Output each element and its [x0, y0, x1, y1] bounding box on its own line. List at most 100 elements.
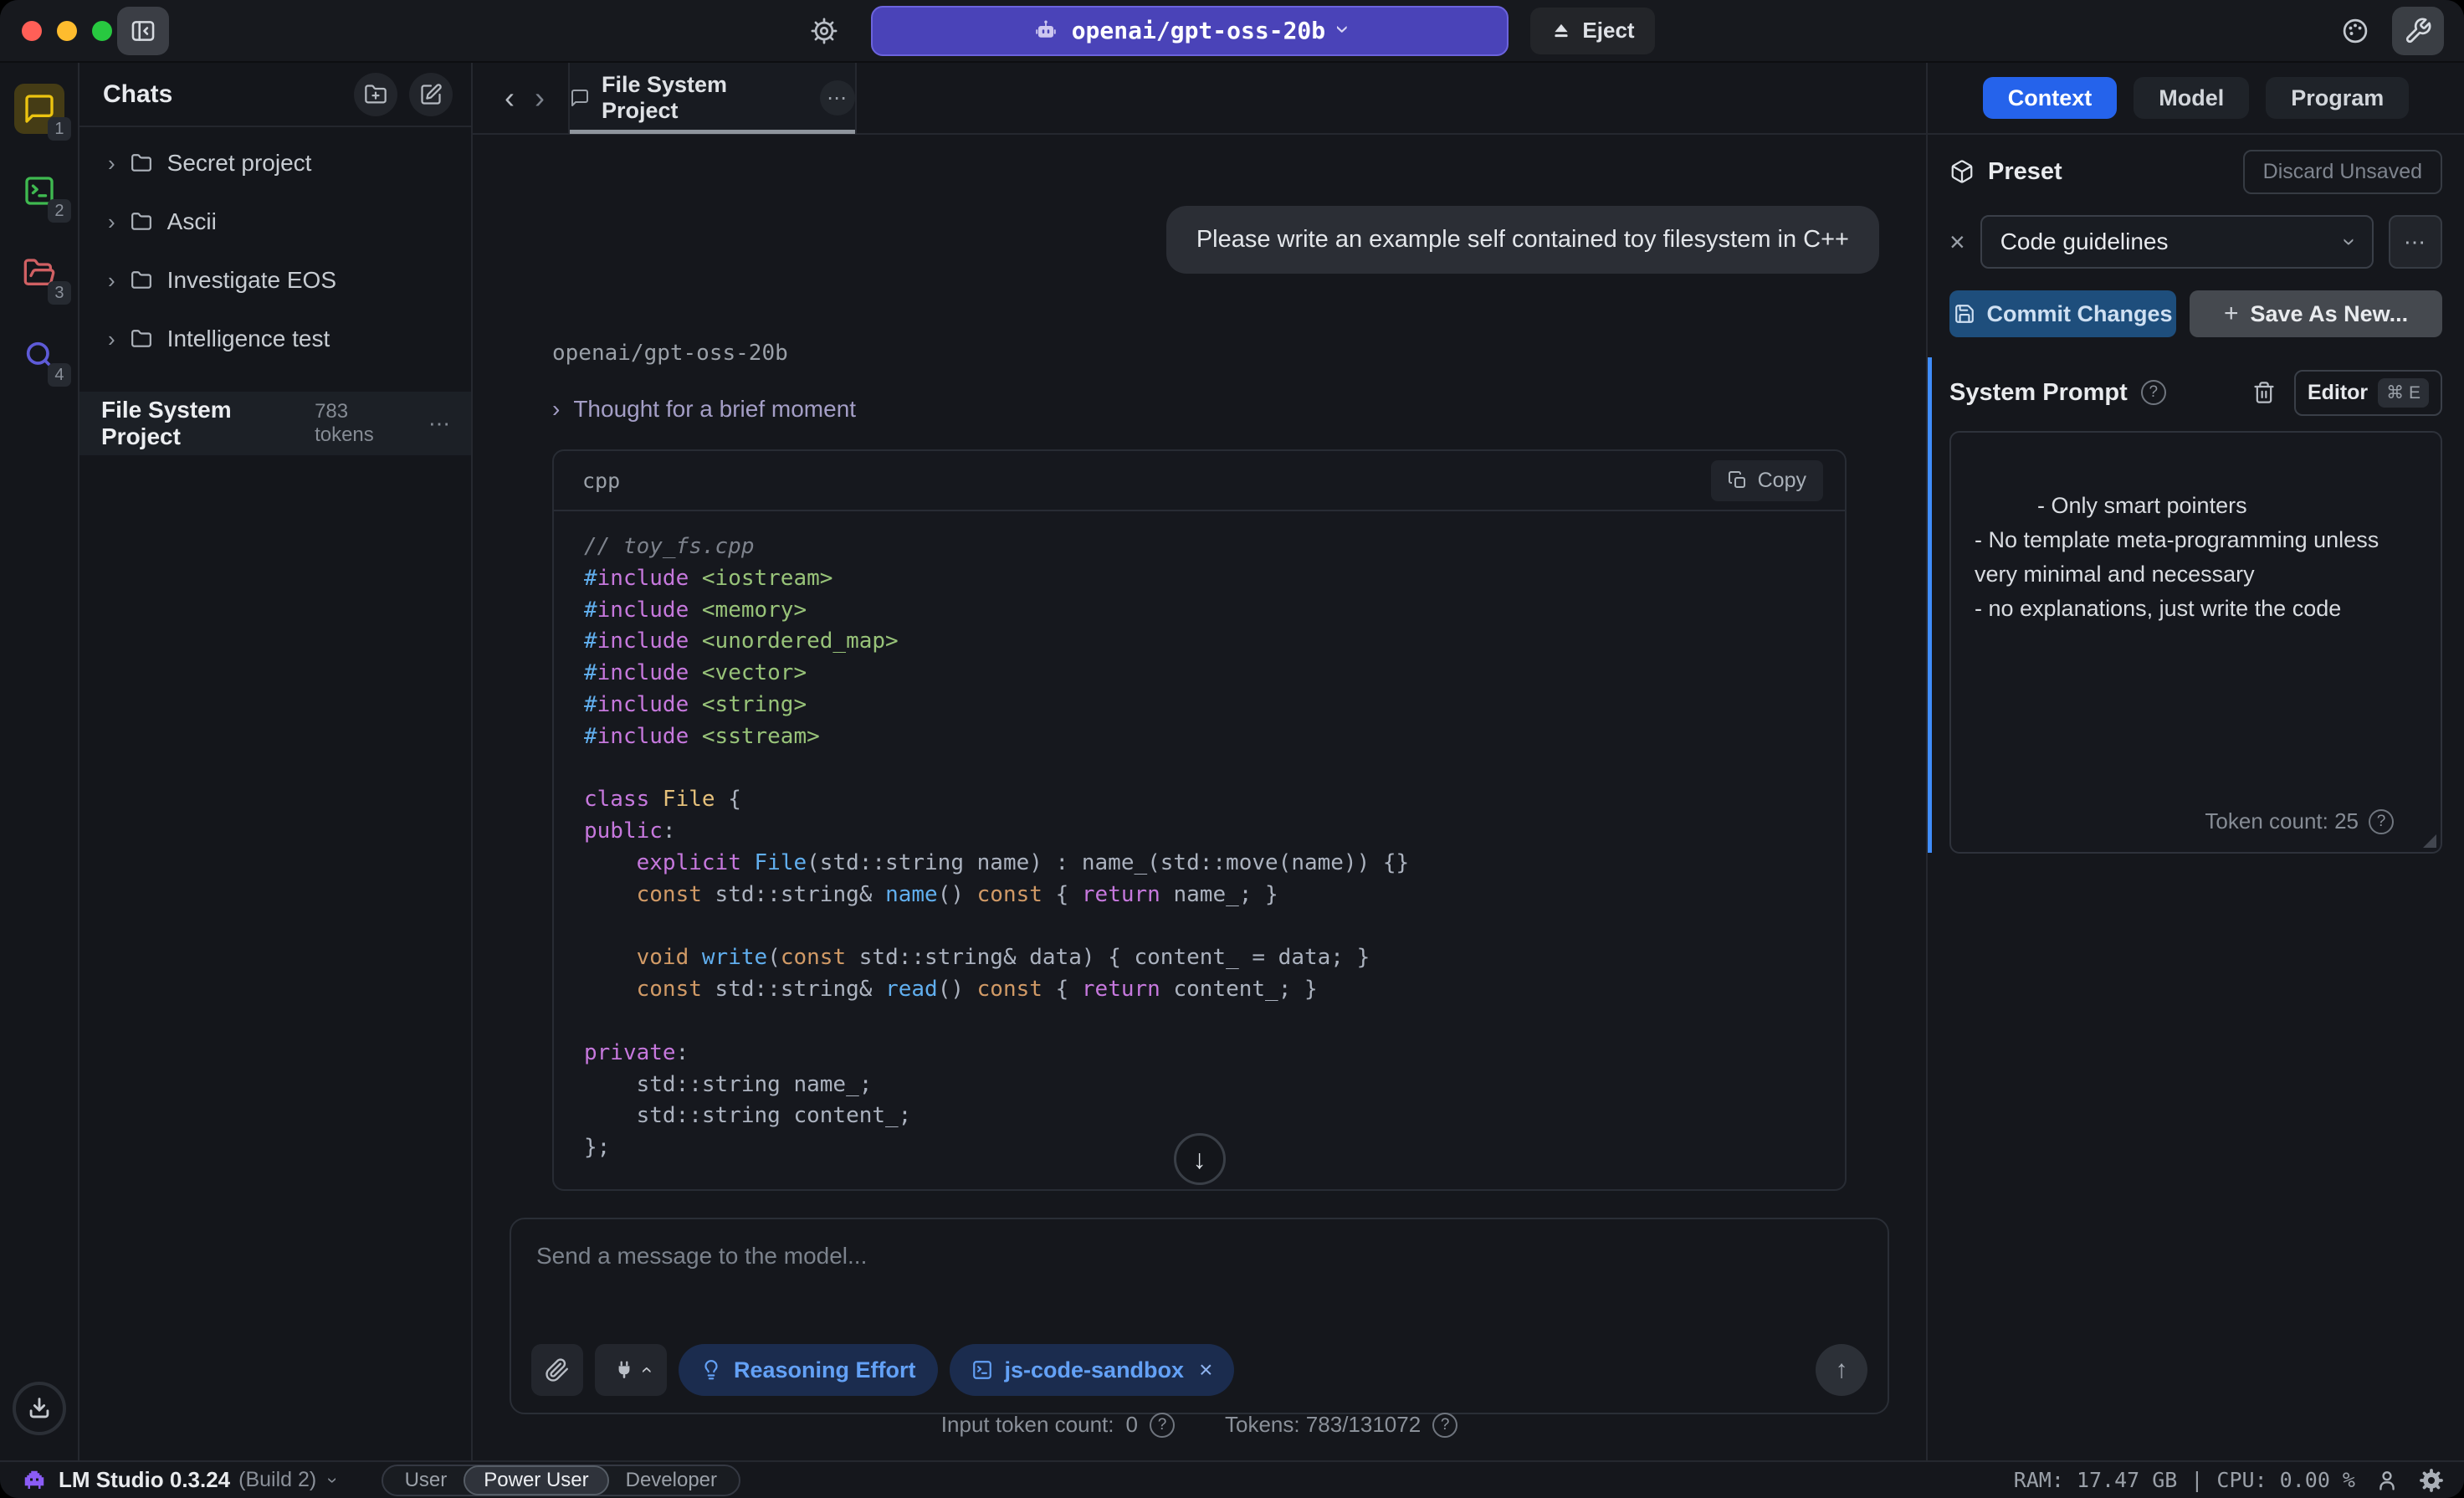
model-selector[interactable]: openai/gpt-oss-20b ›	[871, 6, 1509, 56]
help-icon[interactable]: ?	[2369, 809, 2394, 834]
chevron-right-icon: ›	[108, 326, 115, 352]
plus-icon: +	[2224, 300, 2239, 328]
chip-label: Reasoning Effort	[734, 1357, 916, 1383]
tab-menu-icon[interactable]: ⋯	[820, 80, 855, 115]
settings-gear-icon[interactable]	[809, 16, 839, 46]
chevron-down-icon: ›	[2338, 238, 2361, 245]
build-label: (Build 2)	[238, 1468, 316, 1492]
settings-gear-icon[interactable]	[2419, 1468, 2444, 1493]
system-prompt-title: System Prompt	[1949, 379, 2128, 407]
chat-tab-icon	[570, 88, 590, 108]
lm-studio-logo-icon	[22, 1468, 47, 1493]
resize-handle[interactable]	[2423, 834, 2436, 848]
theme-palette-icon[interactable]	[2340, 16, 2370, 46]
folder-row-secret-project[interactable]: › Secret project	[79, 134, 471, 192]
rail-developer-button[interactable]: 2	[14, 166, 64, 216]
chevron-right-icon: ›	[108, 151, 115, 177]
tab-context[interactable]: Context	[1983, 77, 2118, 119]
panel-tabs: Context Model Program	[1928, 63, 2464, 135]
folder-row-investigate-eos[interactable]: › Investigate EOS	[79, 251, 471, 310]
ram-usage: RAM: 17.47 GB	[2014, 1468, 2178, 1492]
rail-my-models-button[interactable]: 3	[14, 248, 64, 298]
reasoning-disclosure[interactable]: › Thought for a brief moment	[552, 396, 1926, 423]
clear-preset-icon[interactable]: ×	[1949, 227, 1965, 258]
preset-title: Preset	[1988, 158, 2062, 186]
chevron-up-icon[interactable]: ‹	[322, 1477, 341, 1483]
mode-user[interactable]: User	[387, 1467, 466, 1494]
downloads-button[interactable]	[13, 1382, 66, 1435]
rail-badge: 3	[48, 281, 70, 305]
zoom-window-button[interactable]	[92, 21, 112, 41]
user-account-icon[interactable]	[2375, 1469, 2399, 1492]
reasoning-effort-chip[interactable]: Reasoning Effort	[679, 1344, 938, 1396]
chevron-right-icon: ›	[108, 268, 115, 294]
editor-button[interactable]: Editor ⌘ E	[2294, 370, 2442, 416]
app-version-label[interactable]: LM Studio 0.3.24	[59, 1467, 230, 1493]
trash-icon[interactable]	[2252, 381, 2276, 404]
user-message-bubble: Please write an example self contained t…	[1166, 206, 1879, 274]
rail-discover-button[interactable]: 4	[14, 330, 64, 380]
help-icon[interactable]: ?	[1150, 1413, 1175, 1438]
preset-dropdown[interactable]: Code guidelines ›	[1980, 215, 2374, 269]
context-tokens-label: Tokens: 783/131072	[1225, 1412, 1421, 1438]
close-window-button[interactable]	[22, 21, 42, 41]
sidebar-toggle-button[interactable]	[117, 7, 169, 55]
input-token-count-value: 0	[1126, 1412, 1138, 1438]
new-folder-button[interactable]	[354, 73, 397, 116]
chevron-right-icon: ›	[552, 396, 560, 423]
code-language-label: cpp	[582, 469, 620, 493]
plugins-button[interactable]: ›	[595, 1344, 667, 1396]
folder-label: Ascii	[167, 208, 217, 235]
js-code-sandbox-chip[interactable]: js-code-sandbox ×	[950, 1344, 1235, 1396]
tab-program[interactable]: Program	[2266, 77, 2409, 119]
commit-changes-button[interactable]: Commit Changes	[1949, 290, 2176, 337]
sidebar-toggle-icon	[129, 17, 157, 45]
chat-item-selected[interactable]: File System Project 783 tokens ⋯	[79, 392, 471, 455]
folder-icon	[131, 152, 152, 174]
system-prompt-content: - Only smart pointers - No template meta…	[1975, 493, 2385, 621]
paperclip-icon	[545, 1357, 570, 1383]
mode-power-user[interactable]: Power User	[465, 1467, 607, 1494]
copy-label: Copy	[1758, 469, 1806, 493]
back-button[interactable]: ‹	[494, 83, 525, 113]
copy-code-button[interactable]: Copy	[1711, 460, 1823, 501]
folder-row-ascii[interactable]: › Ascii	[79, 192, 471, 251]
folder-row-intelligence-test[interactable]: › Intelligence test	[79, 310, 471, 368]
system-prompt-textarea[interactable]: - Only smart pointers - No template meta…	[1949, 431, 2442, 854]
help-icon[interactable]: ?	[1432, 1413, 1457, 1438]
tab-model[interactable]: Model	[2134, 77, 2249, 119]
save-icon	[1954, 303, 1975, 325]
folder-label: Intelligence test	[167, 326, 330, 352]
remove-chip-icon[interactable]: ×	[1199, 1357, 1212, 1383]
help-icon[interactable]: ?	[2141, 380, 2166, 405]
message-composer[interactable]: Send a message to the model... ›	[510, 1218, 1889, 1414]
minimize-window-button[interactable]	[57, 21, 77, 41]
chat-item-token-count: 783 tokens	[315, 400, 412, 447]
system-prompt-header: System Prompt ? Editor ⌘ E	[1949, 374, 2442, 411]
eject-button[interactable]: Eject	[1530, 8, 1654, 54]
attach-file-button[interactable]	[531, 1344, 583, 1396]
arrow-down-icon: ↓	[1193, 1144, 1206, 1175]
tab-file-system-project[interactable]: File System Project ⋯	[568, 63, 857, 134]
discard-unsaved-button[interactable]: Discard Unsaved	[2243, 150, 2442, 194]
preset-select-row: × Code guidelines › ⋯	[1949, 215, 2442, 269]
tab-label: File System Project	[602, 72, 808, 124]
cpu-usage: CPU: 0.00 %	[2216, 1468, 2355, 1492]
forward-button[interactable]: ›	[525, 83, 555, 113]
preset-menu-button[interactable]: ⋯	[2389, 215, 2442, 269]
developer-tools-button[interactable]	[2392, 7, 2444, 55]
scroll-to-bottom-button[interactable]: ↓	[1174, 1133, 1226, 1185]
new-chat-button[interactable]	[409, 73, 453, 116]
token-stats-row: Input token count: 0 ? Tokens: 783/13107…	[473, 1412, 1926, 1438]
chat-item-menu-icon[interactable]: ⋯	[428, 411, 453, 437]
context-panel: Context Model Program Preset Discard Uns…	[1926, 63, 2464, 1460]
rail-chat-button[interactable]: 1	[14, 84, 64, 134]
send-message-button[interactable]: ↑	[1816, 1344, 1867, 1396]
folder-label: Investigate EOS	[167, 267, 336, 294]
terminal-icon	[971, 1359, 993, 1381]
arrow-up-icon: ↑	[1836, 1356, 1848, 1384]
rail-badge: 2	[48, 199, 70, 223]
mode-developer[interactable]: Developer	[607, 1467, 735, 1494]
input-token-count-label: Input token count:	[941, 1412, 1114, 1438]
save-as-new-button[interactable]: + Save As New...	[2190, 290, 2442, 337]
